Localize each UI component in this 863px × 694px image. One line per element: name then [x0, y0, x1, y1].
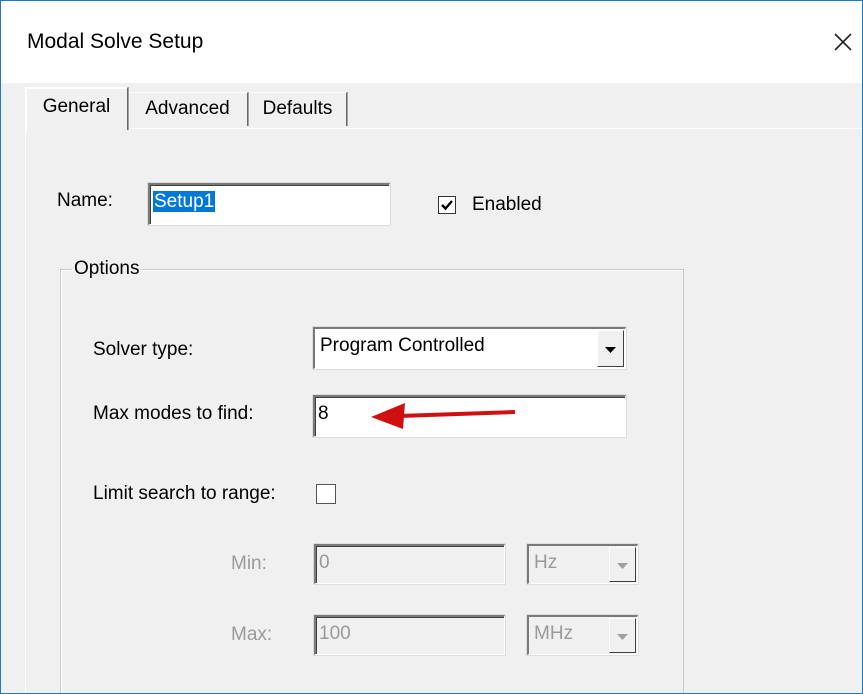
solver-type-dropdown-button[interactable]: [597, 330, 624, 367]
chevron-down-icon: [605, 347, 616, 353]
close-icon: [834, 33, 852, 51]
name-value: Setup1: [153, 191, 216, 212]
max-unit-value: MHz: [534, 623, 574, 644]
close-button[interactable]: [827, 24, 857, 60]
enabled-checkbox[interactable]: [438, 196, 456, 214]
max-unit-dropdown-button[interactable]: [609, 618, 636, 653]
options-group-title: Options: [72, 258, 142, 280]
max-modes-label: Max modes to find:: [93, 403, 254, 424]
enabled-label: Enabled: [472, 194, 542, 215]
tab-general[interactable]: General: [25, 87, 128, 130]
dialog-window: Modal Solve Setup General Advanced Defau…: [0, 0, 863, 694]
chevron-down-icon: [617, 634, 628, 640]
max-input[interactable]: 100: [314, 615, 505, 655]
annotation-arrow-icon: [371, 403, 516, 429]
limit-search-label: Limit search to range:: [93, 483, 276, 504]
limit-search-checkbox[interactable]: [316, 484, 336, 504]
name-label: Name:: [57, 190, 113, 211]
min-input[interactable]: 0: [314, 544, 505, 584]
min-unit-dropdown-button[interactable]: [609, 547, 636, 582]
max-modes-value: 8: [318, 403, 329, 424]
solver-type-label: Solver type:: [93, 339, 194, 360]
checkmark-icon: [441, 200, 453, 211]
min-unit-value: Hz: [534, 552, 558, 573]
max-value: 100: [319, 623, 351, 644]
solver-type-value: Program Controlled: [320, 335, 485, 356]
max-label: Max:: [231, 624, 273, 645]
tab-defaults[interactable]: Defaults: [249, 92, 347, 126]
chevron-down-icon: [617, 563, 628, 569]
tab-general-label: General: [42, 96, 111, 117]
max-unit-dropdown[interactable]: MHz: [527, 615, 638, 655]
min-label: Min:: [231, 553, 267, 574]
min-value: 0: [319, 552, 330, 573]
title-bar: Modal Solve Setup: [1, 1, 862, 83]
tab-advanced-label: Advanced: [145, 98, 230, 119]
min-unit-dropdown[interactable]: Hz: [527, 544, 638, 584]
tab-defaults-label: Defaults: [262, 98, 333, 119]
window-title: Modal Solve Setup: [27, 30, 204, 53]
tab-advanced[interactable]: Advanced: [128, 92, 248, 126]
name-field[interactable]: Setup1: [148, 183, 390, 225]
tab-bar: General Advanced Defaults: [1, 83, 862, 130]
solver-type-dropdown[interactable]: Program Controlled: [313, 327, 626, 369]
